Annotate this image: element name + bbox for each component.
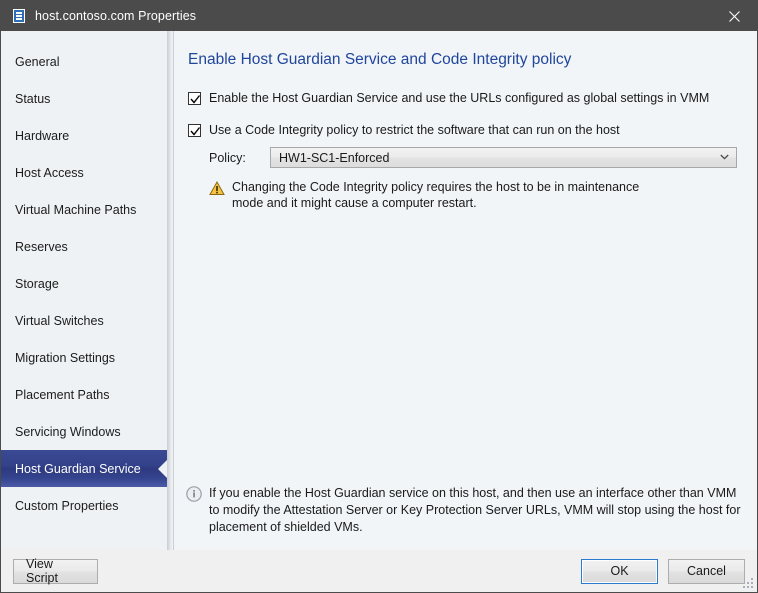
policy-row: Policy: HW1-SC1-Enforced [209,147,743,168]
hgs-info-note: If you enable the Host Guardian service … [186,485,743,536]
sidebar-item-storage[interactable]: Storage [1,265,167,302]
cancel-button[interactable]: Cancel [668,558,745,584]
hgs-checkbox-label: Enable the Host Guardian Service and use… [209,91,710,105]
main-panel: Enable Host Guardian Service and Code In… [173,31,757,550]
sidebar-item-label: Custom Properties [15,498,119,513]
close-icon[interactable] [711,1,757,31]
server-icon [11,8,27,24]
sidebar-item-label: Placement Paths [15,387,110,402]
sidebar-item-placement-paths[interactable]: Placement Paths [1,376,167,413]
ci-checkbox-label: Use a Code Integrity policy to restrict … [209,123,620,137]
sidebar-item-migration-settings[interactable]: Migration Settings [1,339,167,376]
hgs-checkbox[interactable] [188,92,201,105]
main-content: Enable the Host Guardian Service and use… [174,69,757,550]
checkmark-icon [190,127,201,136]
sidebar-item-label: Host Guardian Service [15,461,141,476]
sidebar-item-label: Host Access [15,165,84,180]
sidebar-item-label: Migration Settings [15,350,116,365]
policy-label: Policy: [209,150,246,165]
sidebar-item-reserves[interactable]: Reserves [1,228,167,265]
sidebar-item-label: Virtual Switches [15,313,104,328]
info-circle-icon [186,486,202,502]
sidebar-item-label: General [15,54,60,69]
sidebar-item-hardware[interactable]: Hardware [1,117,167,154]
sidebar-item-label: Reserves [15,239,68,254]
page-title: Enable Host Guardian Service and Code In… [188,51,572,68]
resize-grip-icon[interactable] [742,577,754,589]
sidebar-item-virtual-machine-paths[interactable]: Virtual Machine Paths [1,191,167,228]
window-title: host.contoso.com Properties [35,9,197,23]
sidebar-item-label: Hardware [15,128,70,143]
sidebar-item-label: Virtual Machine Paths [15,202,137,217]
sidebar-item-host-guardian-service[interactable]: Host Guardian Service [1,450,167,487]
sidebar-item-custom-properties[interactable]: Custom Properties [1,487,167,524]
sidebar-item-virtual-switches[interactable]: Virtual Switches [1,302,167,339]
sidebar-item-label: Servicing Windows [15,424,121,439]
sidebar-item-general[interactable]: General [1,43,167,80]
checkmark-icon [190,95,201,104]
sidebar-nav: General Status Hardware Host Access Virt… [1,31,167,550]
sidebar-item-host-access[interactable]: Host Access [1,154,167,191]
sidebar-item-servicing-windows[interactable]: Servicing Windows [1,413,167,450]
sidebar-item-label: Storage [15,276,59,291]
hgs-checkbox-row[interactable]: Enable the Host Guardian Service and use… [188,91,743,106]
sidebar-item-status[interactable]: Status [1,80,167,117]
title-bar: host.contoso.com Properties [1,1,757,31]
ci-checkbox-row[interactable]: Use a Code Integrity policy to restrict … [188,123,743,138]
policy-dropdown[interactable]: HW1-SC1-Enforced [270,147,737,168]
dialog-footer: View Script OK Cancel [1,550,757,592]
policy-warning-text: Changing the Code Integrity policy requi… [232,180,640,210]
dialog-body: General Status Hardware Host Access Virt… [1,31,757,550]
policy-dropdown-value: HW1-SC1-Enforced [279,150,390,165]
policy-warning: Changing the Code Integrity policy requi… [209,179,664,211]
ok-button[interactable]: OK [581,558,658,584]
warning-triangle-icon [209,180,225,196]
properties-dialog: host.contoso.com Properties General Stat… [0,0,758,593]
chevron-down-icon [720,153,729,162]
view-script-button[interactable]: View Script [13,557,98,585]
hgs-info-note-text: If you enable the Host Guardian service … [209,486,741,534]
selection-chevron-icon [158,459,167,478]
ci-checkbox[interactable] [188,124,201,137]
sidebar-item-label: Status [15,91,51,106]
